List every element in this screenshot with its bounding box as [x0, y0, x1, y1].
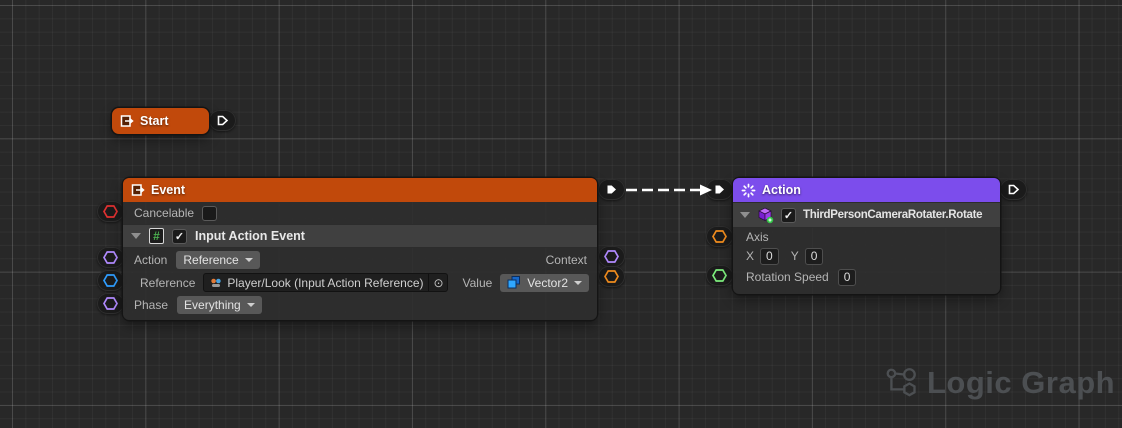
input-action-event-row: # ✓ Input Action Event — [123, 224, 597, 248]
rotation-speed-label: Rotation Speed — [746, 270, 829, 284]
axis-label: Axis — [746, 230, 769, 244]
logic-graph-watermark: Logic Graph — [882, 365, 1115, 401]
port-action-input[interactable] — [97, 247, 124, 268]
rotation-speed-row: Rotation Speed 0 — [733, 266, 1000, 294]
y-label: Y — [791, 249, 799, 263]
chevron-down-icon — [247, 303, 255, 307]
cancelable-checkbox[interactable] — [202, 206, 217, 221]
rotation-speed-input[interactable]: 0 — [838, 269, 857, 286]
start-node[interactable]: Start — [112, 108, 209, 134]
reference-row: Reference Player/Look (Input Action Refe… — [123, 271, 597, 294]
component-row: ✓ ThirdPersonCameraRotater.Rotate — [733, 202, 1000, 228]
hexagon-port-icon — [712, 230, 727, 243]
port-context-output[interactable] — [598, 246, 625, 267]
x-label: X — [746, 249, 754, 263]
sparkle-icon — [741, 183, 756, 198]
action-flow-input-port[interactable] — [706, 179, 733, 200]
action-dropdown[interactable]: Reference — [176, 251, 259, 269]
chevron-down-icon — [245, 258, 253, 262]
hexagon-port-icon — [103, 297, 118, 310]
vector2-icon — [507, 276, 521, 289]
component-enabled-checkbox[interactable]: ✓ — [781, 208, 796, 223]
port-rotation-speed-input[interactable] — [706, 265, 733, 286]
phase-label: Phase — [134, 298, 168, 312]
chevron-down-icon — [574, 281, 582, 285]
hexagon-port-icon — [604, 270, 619, 283]
port-axis-input[interactable] — [706, 226, 733, 247]
reference-object-field[interactable]: Player/Look (Input Action Reference) ⊙ — [203, 273, 448, 292]
action-node: Action ✓ ThirdPersonCameraRotater.Rotate… — [733, 178, 1000, 294]
object-picker-icon[interactable]: ⊙ — [428, 274, 447, 291]
script-icon: # — [149, 228, 164, 244]
y-input[interactable]: 0 — [805, 248, 824, 265]
axis-row: Axis — [733, 228, 1000, 246]
action-flow-output-port[interactable] — [1000, 179, 1027, 200]
hexagon-port-icon — [103, 251, 118, 264]
x-input[interactable]: 0 — [760, 248, 779, 265]
port-cancelable[interactable] — [97, 201, 124, 222]
value-type-dropdown[interactable]: Vector2 — [500, 274, 589, 292]
action-row: Action Reference Context — [123, 248, 597, 271]
event-node-title: Event — [151, 183, 185, 197]
flow-port-icon — [215, 113, 230, 128]
connection-event-to-action[interactable] — [626, 185, 712, 196]
axis-xy-row: X 0 Y 0 — [733, 246, 1000, 266]
port-phase-input[interactable] — [97, 293, 124, 314]
collapse-triangle-icon[interactable] — [131, 233, 141, 239]
collapse-triangle-icon[interactable] — [740, 212, 750, 218]
event-flow-output-port[interactable] — [598, 179, 625, 200]
hexagon-port-icon — [103, 274, 118, 287]
action-node-header[interactable]: Action — [733, 178, 1000, 202]
script-cube-icon — [757, 207, 774, 224]
start-flow-output-port[interactable] — [209, 110, 236, 131]
port-reference-input[interactable] — [97, 270, 124, 291]
action-node-body: ✓ ThirdPersonCameraRotater.Rotate Axis X… — [733, 202, 1000, 294]
hexagon-port-icon — [604, 250, 619, 263]
event-box-icon — [120, 114, 134, 128]
watermark-text: Logic Graph — [927, 365, 1115, 401]
input-action-reference-icon — [210, 277, 222, 289]
graph-canvas[interactable]: Start — [0, 0, 1122, 428]
cancelable-label: Cancelable — [134, 206, 194, 220]
event-box-icon — [131, 183, 145, 197]
phase-dropdown[interactable]: Everything — [177, 296, 262, 314]
start-node-title: Start — [140, 114, 168, 128]
input-action-event-checkbox[interactable]: ✓ — [172, 229, 187, 244]
flow-port-icon — [712, 182, 727, 197]
flow-port-icon — [604, 182, 619, 197]
action-node-title: Action — [762, 183, 801, 197]
hexagon-port-icon — [103, 205, 118, 218]
logic-graph-logo-icon — [882, 365, 922, 401]
reference-object-value: Player/Look (Input Action Reference) — [227, 276, 423, 290]
event-node-header[interactable]: Event — [123, 178, 597, 202]
input-action-event-title: Input Action Event — [195, 229, 305, 243]
port-value-output[interactable] — [598, 266, 625, 287]
cancelable-row: Cancelable — [123, 202, 597, 224]
event-node: Event Cancelable # ✓ Input Action Event … — [123, 178, 597, 320]
flow-port-icon — [1006, 182, 1021, 197]
context-label: Context — [546, 253, 587, 267]
value-label: Value — [462, 276, 492, 290]
event-node-body: Cancelable # ✓ Input Action Event Action… — [123, 202, 597, 320]
component-method-title: ThirdPersonCameraRotater.Rotate — [803, 209, 982, 221]
phase-row: Phase Everything — [123, 294, 597, 320]
reference-label: Reference — [140, 276, 195, 290]
action-label: Action — [134, 253, 167, 267]
hexagon-port-icon — [712, 269, 727, 282]
